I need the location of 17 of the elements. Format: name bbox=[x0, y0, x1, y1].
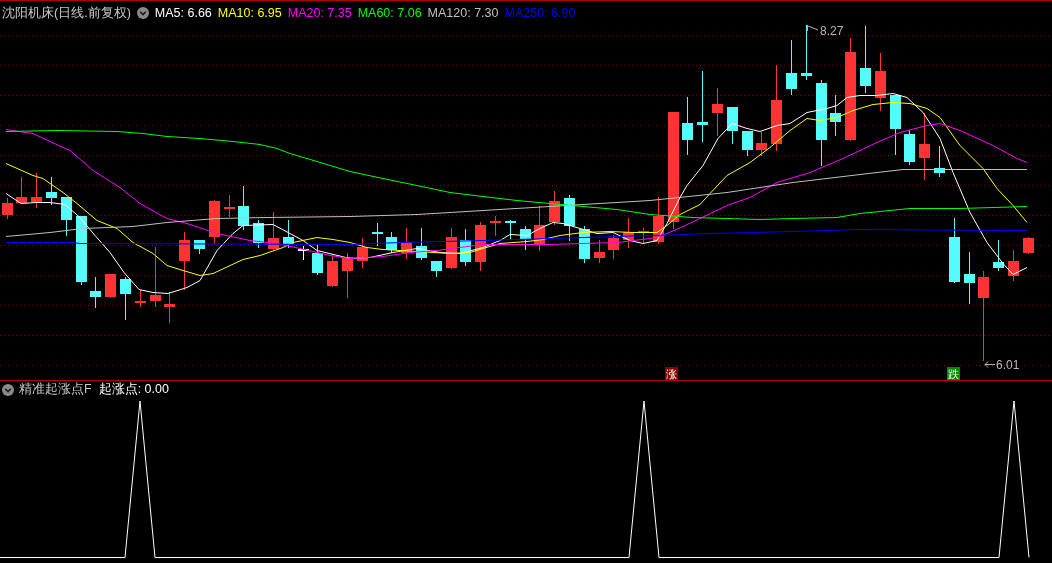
leader-arrow bbox=[984, 361, 996, 368]
indicator-title: 精准起涨点F bbox=[19, 381, 92, 398]
ma-legend-value: MA10: 6.95 bbox=[217, 6, 282, 20]
chevron-down-icon[interactable] bbox=[2, 383, 14, 396]
low-price-label: 6.01 bbox=[996, 358, 1020, 372]
ma-legend-value: MA60: 7.06 bbox=[357, 6, 422, 20]
fall-signal: 跌 bbox=[947, 367, 960, 380]
high-price-label: 8.27 bbox=[820, 25, 844, 38]
ma-legend-value: MA250: 6.90 bbox=[504, 6, 576, 20]
indicator-reading: 起涨点: 0.00 bbox=[98, 381, 169, 398]
high-leader-line bbox=[807, 25, 819, 32]
rise-signal: 涨 bbox=[665, 367, 678, 380]
stock-title: 沈阳机床(日线.前复权) bbox=[2, 4, 131, 22]
ma-legend-value: MA120: 7.30 bbox=[427, 6, 499, 20]
ma-legend-value: MA20: 7.35 bbox=[287, 6, 352, 20]
chevron-down-icon[interactable] bbox=[136, 7, 149, 19]
ma-legend-value: MA5: 6.66 bbox=[154, 6, 212, 20]
